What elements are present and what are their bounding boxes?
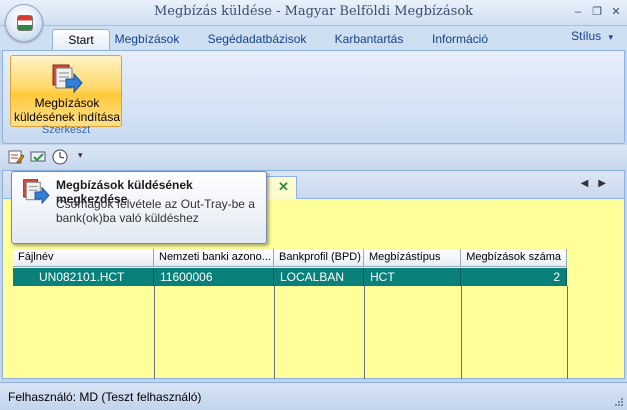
tab-scroll-right-icon[interactable]: ▶	[598, 178, 616, 189]
minimize-button[interactable]: –	[571, 5, 585, 19]
close-button[interactable]: ✕	[609, 5, 623, 19]
quick-access-toolbar: ▾	[0, 145, 627, 169]
column-divider	[461, 286, 462, 379]
qat-customize-button[interactable]: ▾	[78, 150, 83, 161]
style-menu-label: Stílus	[571, 29, 602, 43]
tab-start[interactable]: Start	[52, 29, 110, 50]
send-documents-icon	[52, 64, 83, 94]
tab-segedadatbazisok[interactable]: Segédadatbázisok	[198, 29, 316, 50]
column-header-bank-profile[interactable]: Bankprofil (BPD)	[274, 249, 364, 267]
column-divider	[154, 286, 155, 379]
cell-order-count: 2	[461, 268, 567, 286]
resize-grip-icon[interactable]	[614, 397, 624, 407]
tab-navigation: ◀▶	[581, 178, 616, 189]
tab-scroll-left-icon[interactable]: ◀	[581, 178, 599, 189]
column-header-order-count[interactable]: Megbízások száma	[461, 249, 567, 267]
cell-filename: UN082101.HCT	[13, 268, 154, 286]
style-menu[interactable]: Stílus ▾	[571, 29, 613, 43]
ribbon-tooltip: Megbízások küldésének megkezdése Csomago…	[11, 171, 267, 244]
tab-informacio[interactable]: Információ	[424, 29, 496, 50]
column-divider	[274, 286, 275, 379]
column-header-filename[interactable]: Fájlnév	[13, 249, 154, 267]
app-logo-icon	[17, 15, 33, 31]
start-sending-label-line1: Megbízások	[34, 96, 100, 110]
send-check-icon[interactable]	[30, 149, 46, 165]
start-sending-label-line2: küldésének indítása	[13, 110, 121, 124]
column-header-order-type[interactable]: Megbízástípus	[364, 249, 461, 267]
cell-order-type: HCT	[364, 268, 461, 286]
cell-bank-id: 11600006	[154, 268, 274, 286]
status-bar: Felhasználó: MD (Teszt felhasználó)	[0, 382, 627, 410]
edit-list-icon[interactable]	[8, 149, 24, 165]
application-menu-button[interactable]	[5, 4, 43, 42]
ribbon-panel: Megbízások küldésének indítása Szerkeszt	[2, 50, 625, 144]
send-documents-icon	[23, 179, 50, 205]
chevron-down-icon: ▾	[608, 32, 613, 42]
title-bar: Megbízás küldése - Magyar Belföldi Megbí…	[0, 0, 627, 26]
tab-karbantartas[interactable]: Karbantartás	[326, 29, 412, 50]
ribbon-tabs: Start Megbízások Segédadatbázisok Karban…	[0, 26, 627, 50]
start-sending-label: Megbízások küldésének indítása	[11, 96, 123, 124]
cell-bank-profile: LOCALBAN	[274, 268, 364, 286]
status-user: Felhasználó: MD (Teszt felhasználó)	[8, 390, 202, 404]
tooltip-body: Csomagok felvétele az Out-Tray-be a bank…	[56, 197, 255, 225]
orders-table: Fájlnév Nemzeti banki azono... Bankprofi…	[13, 249, 593, 379]
clock-icon[interactable]	[52, 149, 68, 165]
window-title: Megbízás küldése - Magyar Belföldi Megbí…	[153, 4, 474, 19]
tab-megbizasok[interactable]: Megbízások	[110, 29, 184, 50]
close-tab-icon[interactable]: ✕	[278, 179, 289, 195]
column-header-bank-id[interactable]: Nemzeti banki azono...	[154, 249, 274, 267]
column-divider	[567, 286, 568, 379]
group-label-szerkeszt: Szerkeszt	[41, 124, 91, 136]
start-sending-button[interactable]: Megbízások küldésének indítása	[10, 55, 122, 127]
column-divider	[364, 286, 365, 379]
restore-button[interactable]: ❐	[590, 5, 604, 19]
